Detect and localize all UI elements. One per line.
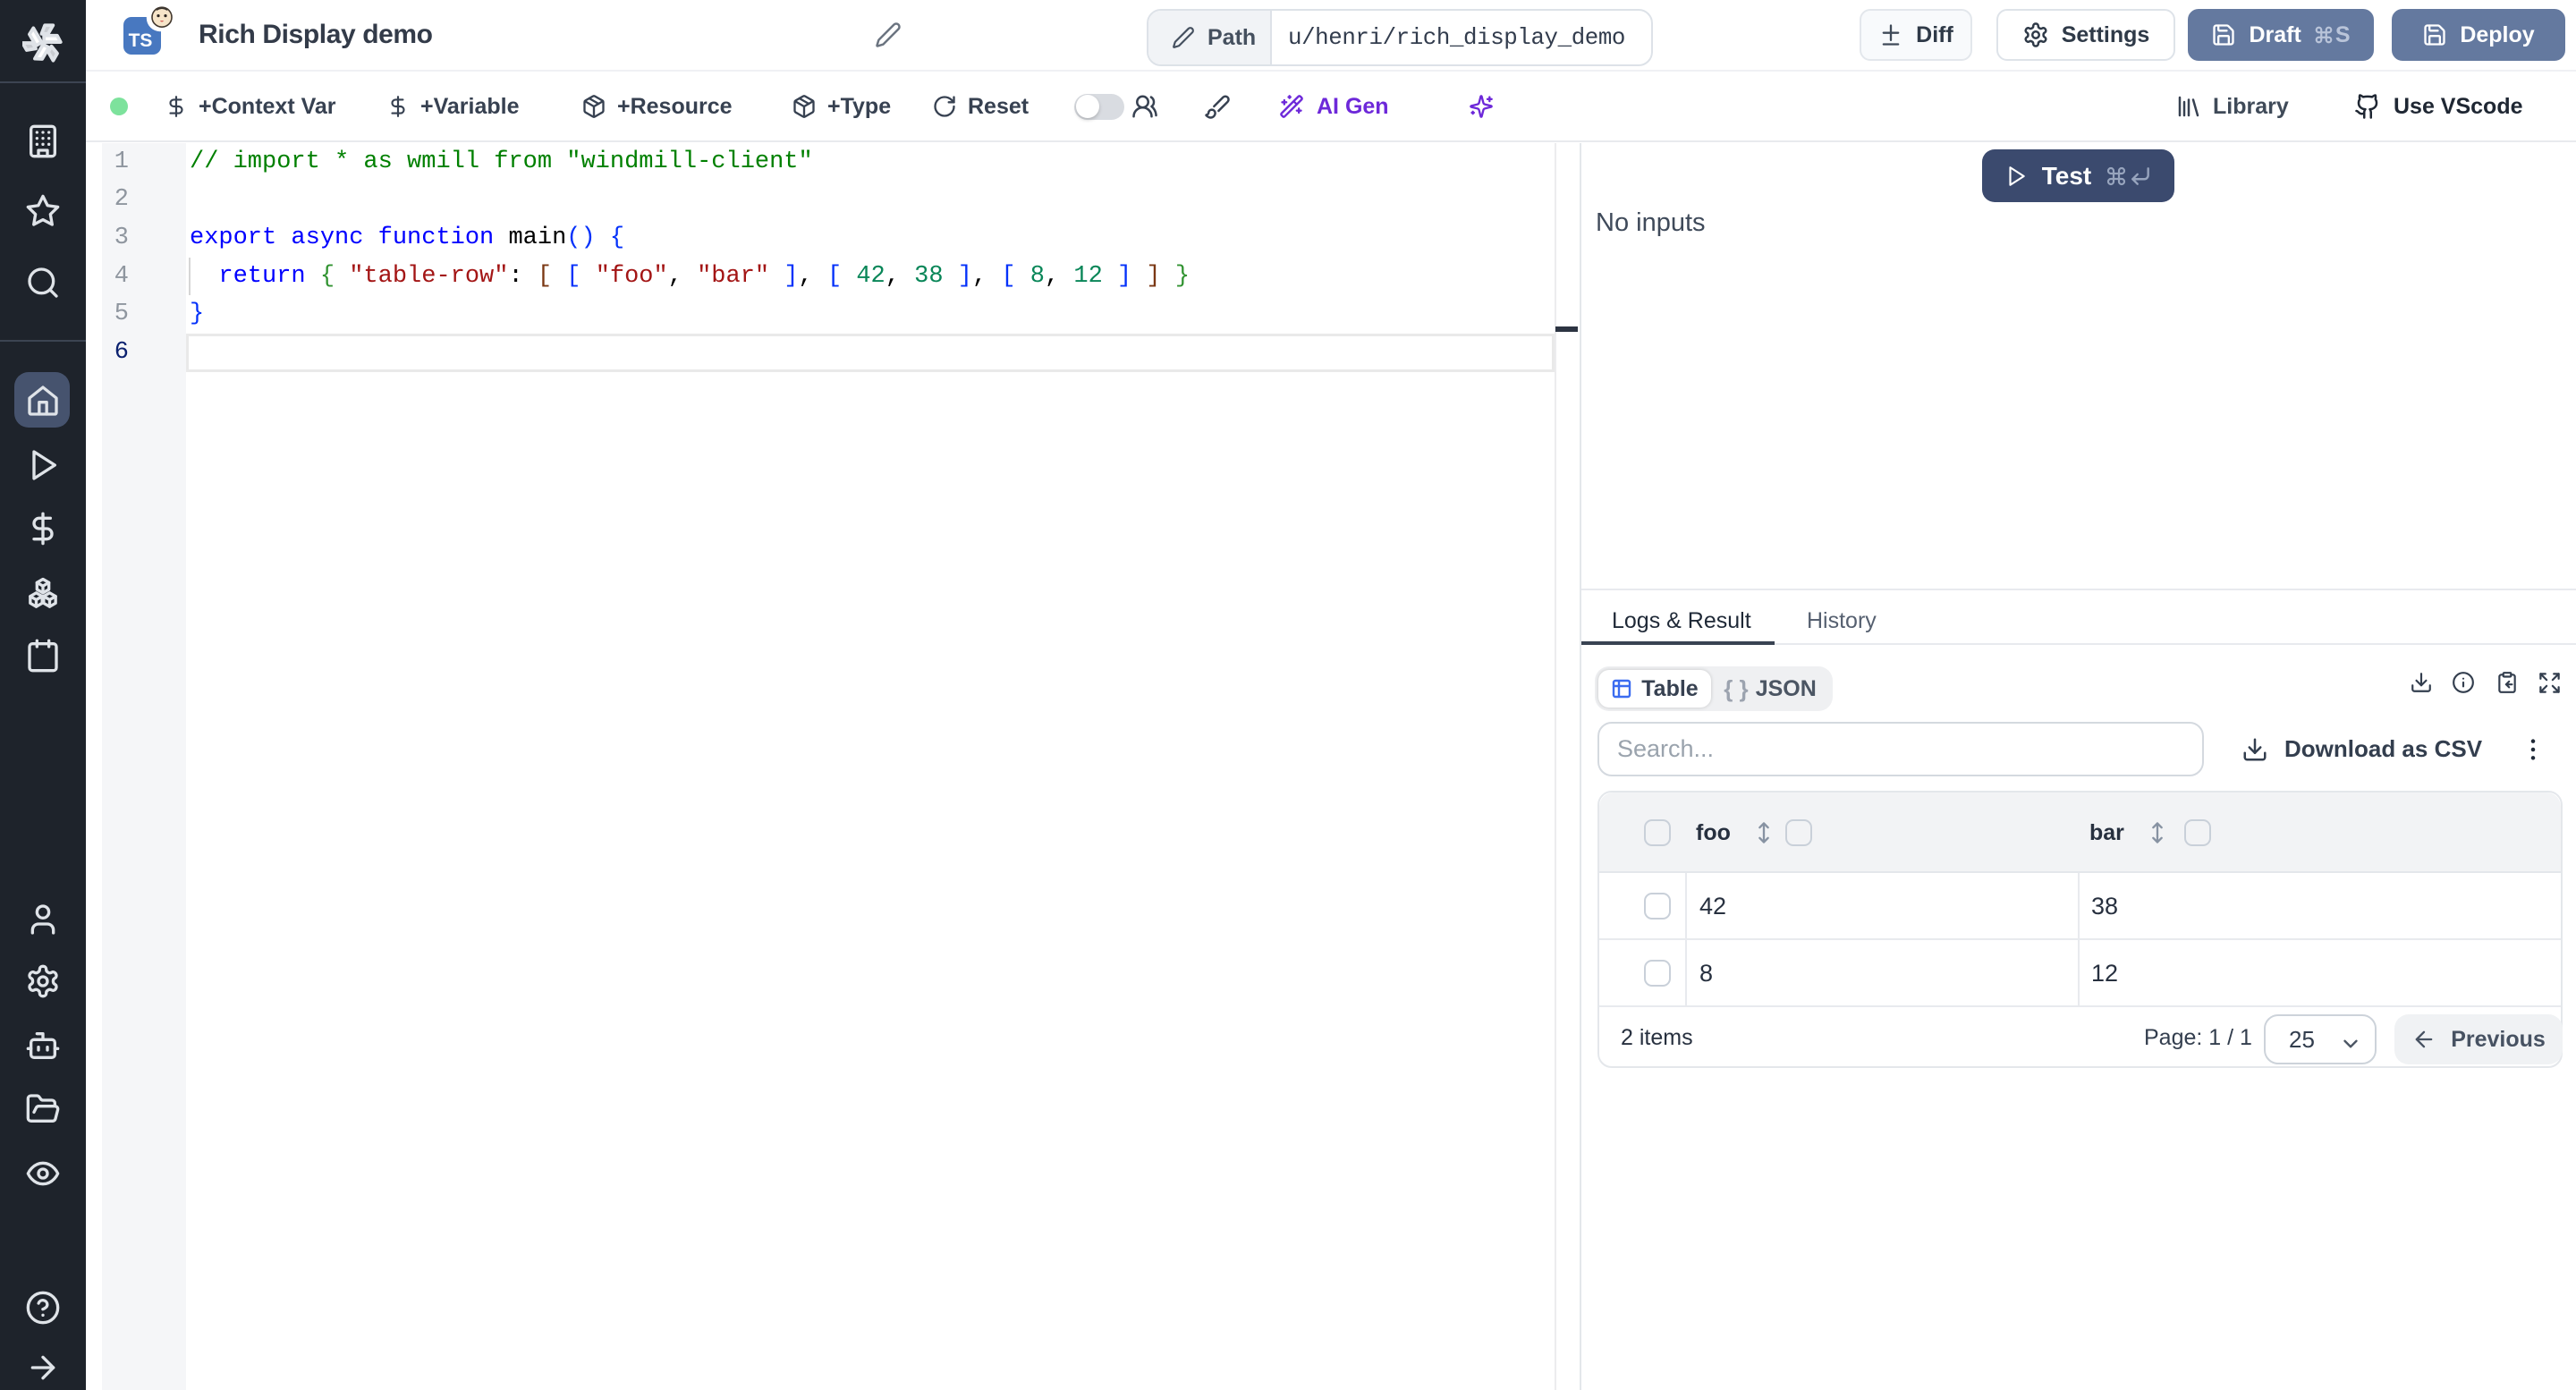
svg-text:TS: TS [129,30,153,51]
